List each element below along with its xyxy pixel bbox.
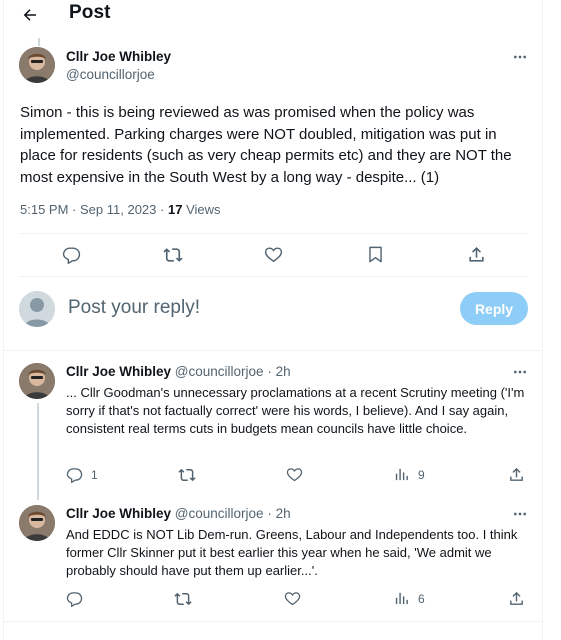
heart-icon (264, 247, 283, 263)
like-action[interactable] (286, 466, 303, 483)
avatar[interactable] (19, 363, 55, 399)
divider (19, 233, 528, 234)
back-button[interactable] (18, 3, 42, 27)
arrow-left-icon (23, 9, 36, 21)
share-icon (510, 591, 523, 605)
meta-separator: · (72, 202, 80, 217)
share-action[interactable] (467, 245, 486, 264)
reply-icon (66, 468, 83, 483)
heart-icon (284, 592, 301, 606)
reply-action[interactable] (66, 590, 91, 607)
page-title: Post (69, 2, 111, 23)
share-action[interactable] (508, 590, 525, 607)
author-handle[interactable]: @councillorjoe (66, 67, 155, 82)
avatar-image (19, 363, 55, 399)
repost-icon (163, 248, 183, 262)
like-action[interactable] (284, 590, 301, 607)
more-dots-icon (514, 55, 526, 59)
page-header: Post (4, 0, 542, 30)
reply-input[interactable]: Post your reply! (68, 297, 200, 319)
views-count: 9 (418, 467, 425, 482)
more-dots-icon (514, 370, 526, 374)
views-count: 17 (167, 202, 183, 217)
repost-action[interactable] (178, 466, 196, 484)
author-name[interactable]: Cllr Joe Whibley (66, 49, 171, 64)
avatar-image (19, 505, 55, 541)
reply-button[interactable]: Reply (460, 292, 528, 325)
default-user-icon (19, 291, 55, 327)
author-name[interactable]: Cllr Joe Whibley (66, 506, 171, 521)
post-age[interactable]: 2h (276, 364, 291, 379)
divider (4, 621, 542, 622)
meta-separator: · (160, 202, 168, 217)
thread-connector (37, 403, 39, 500)
views-action[interactable]: 9 (393, 466, 425, 483)
heart-icon (286, 468, 303, 482)
reply-action[interactable]: 1 (66, 466, 98, 483)
author-handle[interactable]: @councillorjoe (175, 506, 264, 521)
post-meta: 5:15 PM · Sep 11, 2023 · 17 Views (20, 202, 221, 217)
post-text: Simon - this is being reviewed as was pr… (20, 104, 512, 186)
views-action[interactable]: 6 (393, 590, 425, 607)
reply-icon (66, 592, 83, 607)
author-name[interactable]: Cllr Joe Whibley (66, 364, 171, 379)
reply-text: ... Cllr Goodman's unnecessary proclamat… (66, 385, 525, 436)
meta-separator: · (267, 364, 272, 379)
more-options-button[interactable] (510, 504, 530, 524)
list-item[interactable]: Cllr Joe Whibley @councillorjoe · 2h ...… (4, 351, 542, 500)
reply-action[interactable] (62, 245, 81, 264)
bookmark-icon (369, 246, 382, 263)
views-count: 6 (418, 591, 425, 606)
my-avatar[interactable] (19, 291, 55, 327)
views-label: Views (186, 202, 221, 217)
more-dots-icon (514, 512, 526, 516)
more-options-button[interactable] (510, 362, 530, 382)
timeline-column: Post Cllr Joe Whibley @councillorjoe Sim… (3, 0, 543, 640)
repost-action[interactable] (174, 590, 192, 608)
share-icon (469, 247, 484, 262)
thread-connector (38, 38, 40, 46)
repost-icon (174, 592, 192, 606)
bookmark-action[interactable] (366, 245, 385, 264)
analytics-icon (395, 592, 408, 605)
post-age[interactable]: 2h (276, 506, 291, 521)
list-item[interactable]: Cllr Joe Whibley @councillorjoe · 2h And… (4, 493, 542, 620)
share-icon (510, 467, 523, 481)
reply-count: 1 (91, 467, 98, 482)
post-date[interactable]: Sep 11, 2023 (80, 202, 156, 217)
reply-header: Cllr Joe Whibley @councillorjoe · 2h (66, 506, 291, 521)
post-time[interactable]: 5:15 PM (20, 202, 68, 217)
avatar[interactable] (19, 47, 55, 83)
analytics-icon (395, 468, 408, 481)
author-handle[interactable]: @councillorjoe (175, 364, 264, 379)
share-action[interactable] (508, 466, 525, 483)
repost-icon (178, 468, 196, 482)
like-action[interactable] (264, 245, 283, 264)
reply-text: And EDDC is NOT Lib Dem-run. Greens, Lab… (66, 527, 518, 578)
repost-action[interactable] (163, 245, 183, 265)
more-options-button[interactable] (510, 47, 530, 67)
avatar[interactable] (19, 505, 55, 541)
avatar-image (19, 47, 55, 83)
reply-header: Cllr Joe Whibley @councillorjoe · 2h (66, 364, 291, 379)
divider (19, 276, 528, 277)
meta-separator: · (267, 506, 272, 521)
reply-icon (62, 247, 81, 264)
